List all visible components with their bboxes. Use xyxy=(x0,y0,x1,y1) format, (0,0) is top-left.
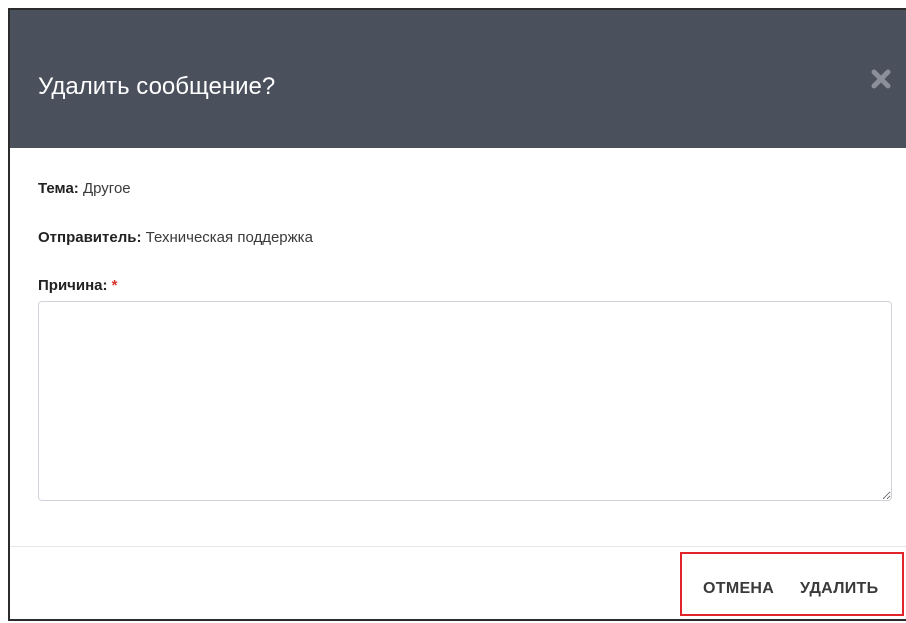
topic-label: Тема: xyxy=(38,180,79,197)
dialog-header: Удалить сообщение? xyxy=(10,10,906,148)
sender-label: Отправитель: xyxy=(38,229,142,246)
reason-label: Причина: xyxy=(38,277,108,294)
close-button[interactable] xyxy=(870,68,892,90)
dialog-footer: ОТМЕНА УДАЛИТЬ xyxy=(10,546,906,619)
sender-row: Отправитель: Техническая поддержка xyxy=(38,229,313,246)
delete-button[interactable]: УДАЛИТЬ xyxy=(800,580,878,598)
required-mark: * xyxy=(111,277,118,294)
close-icon xyxy=(871,69,891,89)
sender-value: Техническая поддержка xyxy=(145,229,313,246)
cancel-button[interactable]: ОТМЕНА xyxy=(703,580,774,598)
reason-row: Причина: * xyxy=(38,277,118,294)
topic-value: Другое xyxy=(82,180,131,197)
reason-textarea[interactable] xyxy=(38,301,892,501)
topic-row: Тема: Другое xyxy=(38,180,131,197)
delete-message-dialog: Удалить сообщение? Тема: Другое Отправит… xyxy=(8,8,906,621)
dialog-title: Удалить сообщение? xyxy=(38,73,276,100)
